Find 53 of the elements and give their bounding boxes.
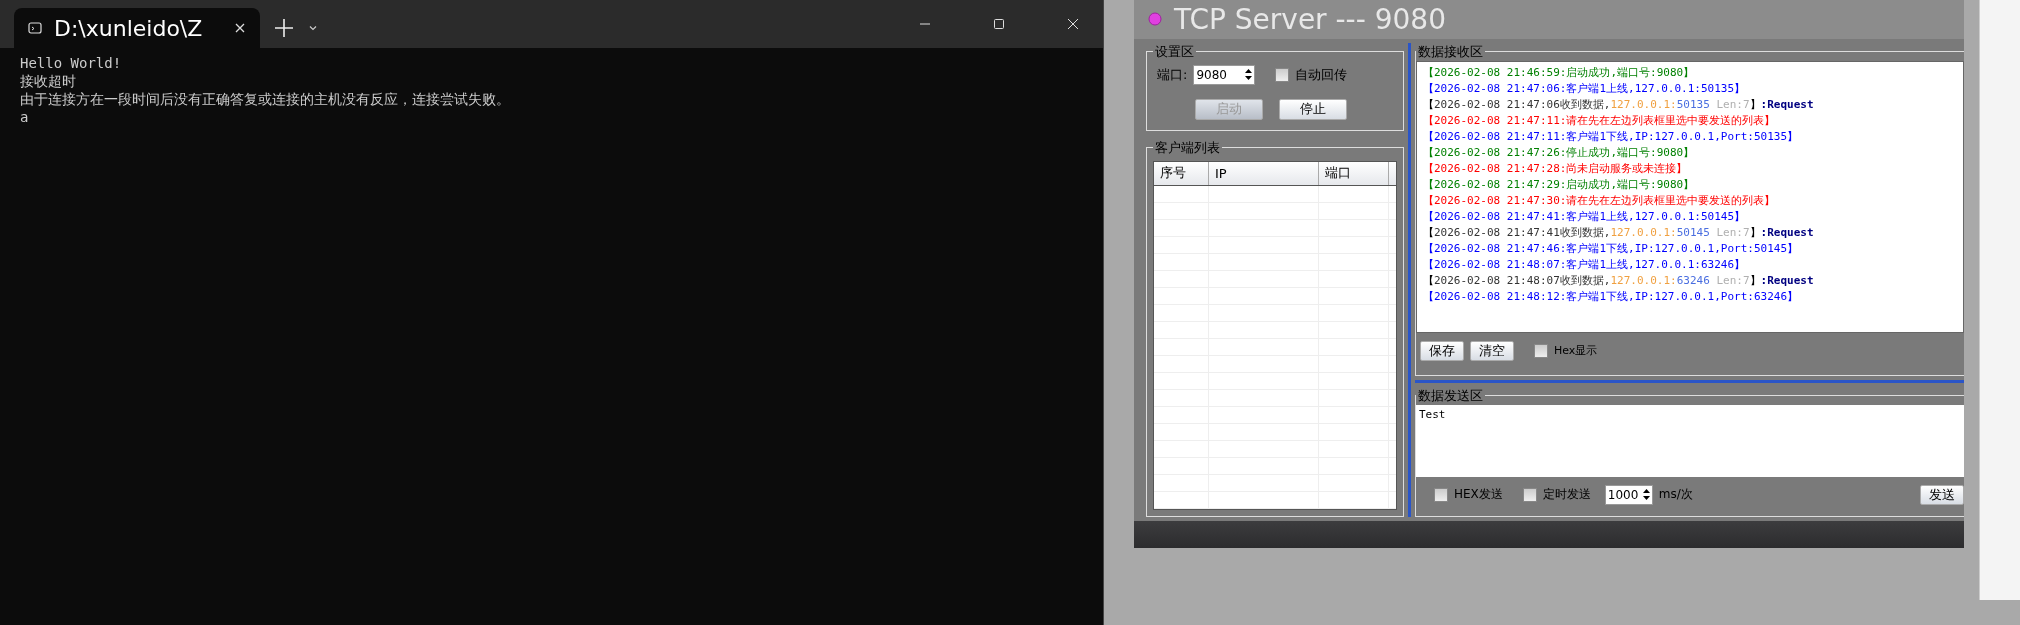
group-title: 设置区 [1154,42,1195,61]
log-line: 【2026-02-08 21:48:07收到数据,127.0.0.1:63246 Len:7】:Request [1423,272,1815,289]
timed-send-checkbox[interactable] [1522,487,1537,502]
column-header[interactable]: 序号 [1154,161,1209,185]
checkbox-label: 定时发送 [1542,486,1591,504]
log-line: 【2026-02-08 21:47:11:请在先在左边列表框里选中要发送的列表】 [1423,112,1777,129]
auto-echo-checkbox[interactable] [1275,67,1290,82]
log-line: 【2026-02-08 21:48:12:客户端1下线,IP:127.0.0.1,Port:63246】 [1423,288,1799,305]
group-title: 数据接收区 [1417,42,1484,61]
log-line: 【2026-02-08 21:47:26:停止成功,端口号:9080】 [1423,144,1696,161]
log-line: 【2026-02-08 21:47:46:客户端1下线,IP:127.0.0.1,Port:50145】 [1423,240,1799,257]
hex-display-checkbox[interactable] [1534,343,1548,358]
column-header[interactable]: 端口 [1319,161,1389,185]
tab-title: D:\xunleido\Z [54,15,204,41]
group-title: 客户端列表 [1154,138,1221,157]
console-line: 接收超时 [20,72,77,90]
plus-icon[interactable] [274,18,294,38]
column-header[interactable]: IP [1209,161,1319,185]
close-icon[interactable] [234,22,246,34]
log-line: 【2026-02-08 21:47:41收到数据,127.0.0.1:50145 Len:7】:Request [1423,224,1815,241]
log-line: 【2026-02-08 21:46:59:启动成功,端口号:9080】 [1423,64,1696,81]
checkbox-label: 自动回传 [1295,65,1348,84]
port-label: 端口: [1157,65,1188,84]
log-button[interactable]: 清空 [1470,340,1514,361]
checkbox-label: HEX发送 [1454,486,1503,504]
log-line: 【2026-02-08 21:47:28:尚未启动服务或未连接】 [1423,160,1689,177]
status-dot-icon [1148,12,1162,27]
chevron-down-icon[interactable] [308,23,318,33]
log-line: 【2026-02-08 21:47:06:客户端1上线,127.0.0.1:50135】 [1423,80,1747,97]
window-title: TCP Server --- 9080 [1174,2,1446,36]
log-line: 【2026-02-08 21:47:30:请在先在左边列表框里选中要发送的列表】 [1423,192,1777,209]
port-spinbox[interactable]: 9080 [1193,64,1256,85]
log-line: 【2026-02-08 21:48:07:客户端1上线,127.0.0.1:63246】 [1423,256,1747,273]
checkbox-label: Hex显示 [1554,343,1598,359]
maximize-icon[interactable] [993,18,1005,30]
terminal-tab[interactable]: D:\xunleido\Z [14,8,260,48]
log-line: 【2026-02-08 21:47:06收到数据,127.0.0.1:50135 Len:7】:Request [1423,96,1815,113]
console-line: a [20,108,30,126]
send-text-field[interactable]: Test [1416,404,1964,477]
group-title: 数据发送区 [1417,386,1484,405]
send-button[interactable]: 发送 [1920,484,1964,505]
console-line: Hello World! [20,54,123,72]
interval-spinbox[interactable]: 1000 [1604,484,1653,505]
console-line: 由于连接方在一段时间后没有正确答复或连接的主机没有反应，连接尝试失败。 [20,90,511,108]
terminal-icon [28,21,42,35]
log-line: 【2026-02-08 21:47:29:启动成功,端口号:9080】 [1423,176,1696,193]
close-icon[interactable] [1067,18,1079,30]
hex-send-checkbox[interactable] [1434,487,1448,502]
log-line: 【2026-02-08 21:47:41:客户端1上线,127.0.0.1:50145】 [1423,208,1747,225]
log-line: 【2026-02-08 21:47:11:客户端1下线,IP:127.0.0.1,Port:50135】 [1423,128,1799,145]
unit-label: ms/次 [1658,486,1693,504]
log-button[interactable]: 保存 [1420,340,1464,361]
server-button[interactable]: 停止 [1279,98,1347,120]
